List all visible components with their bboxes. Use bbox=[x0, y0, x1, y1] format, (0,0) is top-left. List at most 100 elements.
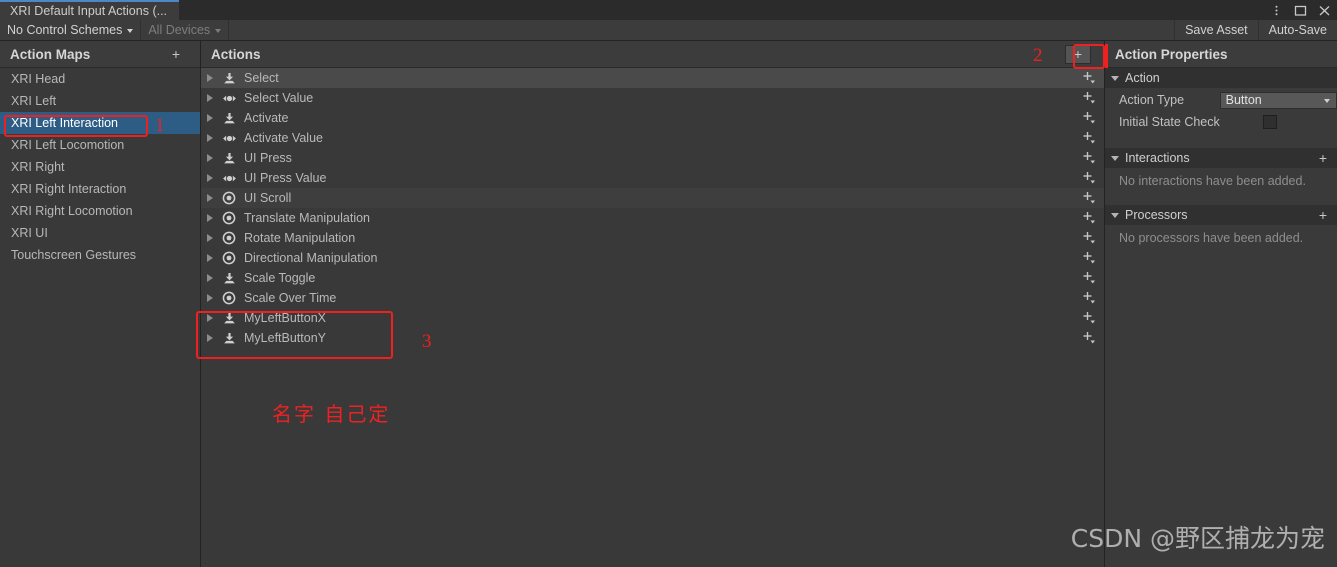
kebab-menu-icon[interactable] bbox=[1270, 4, 1283, 17]
expand-triangle-icon[interactable] bbox=[201, 254, 219, 262]
action-map-label: XRI Left bbox=[11, 94, 57, 108]
add-binding-button[interactable] bbox=[1081, 148, 1097, 168]
processors-section-header[interactable]: Processors + bbox=[1105, 205, 1337, 225]
annotation-number-3: 3 bbox=[422, 331, 432, 352]
add-binding-button[interactable] bbox=[1081, 68, 1097, 88]
add-binding-button[interactable] bbox=[1081, 88, 1097, 108]
action-row[interactable]: Translate Manipulation bbox=[201, 208, 1105, 228]
unity-input-actions-window: XRI Default Input Actions (... No Contro… bbox=[0, 0, 1337, 567]
add-binding-button[interactable] bbox=[1081, 268, 1097, 288]
initial-state-check-checkbox[interactable] bbox=[1263, 115, 1277, 129]
action-row[interactable]: MyLeftButtonX bbox=[201, 308, 1105, 328]
action-map-row[interactable]: XRI Head bbox=[0, 68, 200, 90]
devices-dropdown[interactable]: All Devices bbox=[141, 20, 230, 40]
add-binding-button[interactable] bbox=[1081, 248, 1097, 268]
action-row[interactable]: Directional Manipulation bbox=[201, 248, 1105, 268]
close-icon[interactable] bbox=[1318, 4, 1331, 17]
action-map-label: XRI Head bbox=[11, 72, 66, 86]
action-row[interactable]: MyLeftButtonY bbox=[201, 328, 1105, 348]
chevron-down-icon bbox=[1324, 98, 1330, 103]
action-map-row[interactable]: XRI Right Interaction bbox=[0, 178, 200, 200]
action-map-row[interactable]: XRI Right Locomotion bbox=[0, 200, 200, 222]
expand-triangle-icon[interactable] bbox=[201, 94, 219, 102]
action-map-row[interactable]: XRI Left bbox=[0, 90, 200, 112]
add-binding-button[interactable] bbox=[1081, 228, 1097, 248]
add-binding-button[interactable] bbox=[1081, 288, 1097, 308]
expand-triangle-icon[interactable] bbox=[201, 174, 219, 182]
maximize-icon[interactable] bbox=[1294, 4, 1307, 17]
action-row[interactable]: UI Press Value bbox=[201, 168, 1105, 188]
action-label: UI Press bbox=[244, 151, 292, 165]
window-tab-bar: XRI Default Input Actions (... bbox=[0, 0, 1337, 20]
expand-triangle-icon[interactable] bbox=[201, 214, 219, 222]
asset-tab[interactable]: XRI Default Input Actions (... bbox=[0, 0, 180, 20]
action-row[interactable]: Rotate Manipulation bbox=[201, 228, 1105, 248]
add-action-button[interactable]: + bbox=[1065, 44, 1091, 64]
save-asset-label: Save Asset bbox=[1185, 23, 1248, 37]
action-label: Scale Toggle bbox=[244, 271, 316, 285]
action-type-value: Button bbox=[1225, 93, 1262, 107]
annotation-number-1: 1 bbox=[155, 115, 165, 136]
action-properties-panel: Action Action Type Button Initial State … bbox=[1105, 68, 1337, 567]
passthrough-action-icon bbox=[219, 291, 239, 305]
action-map-row[interactable]: XRI Left Locomotion bbox=[0, 134, 200, 156]
interactions-empty-note: No interactions have been added. bbox=[1119, 174, 1306, 188]
expand-triangle-icon[interactable] bbox=[201, 194, 219, 202]
expand-triangle-icon[interactable] bbox=[201, 154, 219, 162]
expand-triangle-icon[interactable] bbox=[201, 234, 219, 242]
action-type-dropdown[interactable]: Button bbox=[1219, 91, 1337, 109]
action-properties-title: Action Properties bbox=[1115, 46, 1228, 62]
add-binding-button[interactable] bbox=[1081, 128, 1097, 148]
add-binding-button[interactable] bbox=[1081, 328, 1097, 348]
action-map-row[interactable]: XRI UI bbox=[0, 222, 200, 244]
window-controls bbox=[1270, 0, 1331, 20]
expand-triangle-icon[interactable] bbox=[201, 334, 219, 342]
action-row[interactable]: Activate bbox=[201, 108, 1105, 128]
action-map-row[interactable]: Touchscreen Gestures bbox=[0, 244, 200, 266]
expand-triangle-icon[interactable] bbox=[201, 314, 219, 322]
auto-save-label: Auto-Save bbox=[1268, 23, 1327, 37]
chevron-down-icon bbox=[127, 28, 134, 33]
add-interaction-label: + bbox=[1318, 150, 1328, 166]
add-processor-button[interactable]: + bbox=[1313, 207, 1333, 223]
add-interaction-button[interactable]: + bbox=[1313, 150, 1333, 166]
action-row[interactable]: Scale Over Time bbox=[201, 288, 1105, 308]
action-row[interactable]: Select Value bbox=[201, 88, 1105, 108]
action-section-header[interactable]: Action bbox=[1105, 68, 1337, 88]
action-row[interactable]: Scale Toggle bbox=[201, 268, 1105, 288]
action-label: Select bbox=[244, 71, 279, 85]
add-binding-button[interactable] bbox=[1081, 168, 1097, 188]
expand-triangle-icon[interactable] bbox=[201, 74, 219, 82]
add-binding-button[interactable] bbox=[1081, 188, 1097, 208]
add-binding-button[interactable] bbox=[1081, 308, 1097, 328]
save-asset-button[interactable]: Save Asset bbox=[1174, 20, 1258, 40]
add-action-map-button[interactable]: + bbox=[166, 46, 186, 62]
expand-triangle-icon[interactable] bbox=[201, 274, 219, 282]
add-binding-button[interactable] bbox=[1081, 208, 1097, 228]
action-label: UI Press Value bbox=[244, 171, 327, 185]
actions-list[interactable]: Select Select Value Activate Activate Value… bbox=[201, 68, 1105, 567]
passthrough-action-icon bbox=[219, 211, 239, 225]
interactions-section-header[interactable]: Interactions + bbox=[1105, 148, 1337, 168]
action-row[interactable]: UI Press bbox=[201, 148, 1105, 168]
control-schemes-dropdown[interactable]: No Control Schemes bbox=[0, 20, 142, 40]
expand-triangle-icon[interactable] bbox=[201, 114, 219, 122]
editor-toolbar: No Control Schemes All Devices Save Asse… bbox=[0, 20, 1337, 41]
expand-triangle-icon[interactable] bbox=[201, 134, 219, 142]
action-map-row[interactable]: XRI Right bbox=[0, 156, 200, 178]
control-schemes-label: No Control Schemes bbox=[7, 23, 123, 37]
action-label: Activate bbox=[244, 111, 289, 125]
annotation-number-2: 2 bbox=[1033, 45, 1043, 66]
add-binding-button[interactable] bbox=[1081, 108, 1097, 128]
action-row[interactable]: Select bbox=[201, 68, 1105, 88]
auto-save-button[interactable]: Auto-Save bbox=[1257, 20, 1337, 40]
action-row[interactable]: Activate Value bbox=[201, 128, 1105, 148]
action-label: Scale Over Time bbox=[244, 291, 337, 305]
action-map-row[interactable]: XRI Left Interaction bbox=[0, 112, 200, 134]
action-row[interactable]: UI Scroll bbox=[201, 188, 1105, 208]
action-maps-header: Action Maps + bbox=[0, 41, 200, 68]
action-maps-list[interactable]: XRI Head XRI Left XRI Left Interaction XRI … bbox=[0, 68, 200, 567]
expand-triangle-icon[interactable] bbox=[201, 294, 219, 302]
maps-actions-divider bbox=[200, 41, 201, 567]
